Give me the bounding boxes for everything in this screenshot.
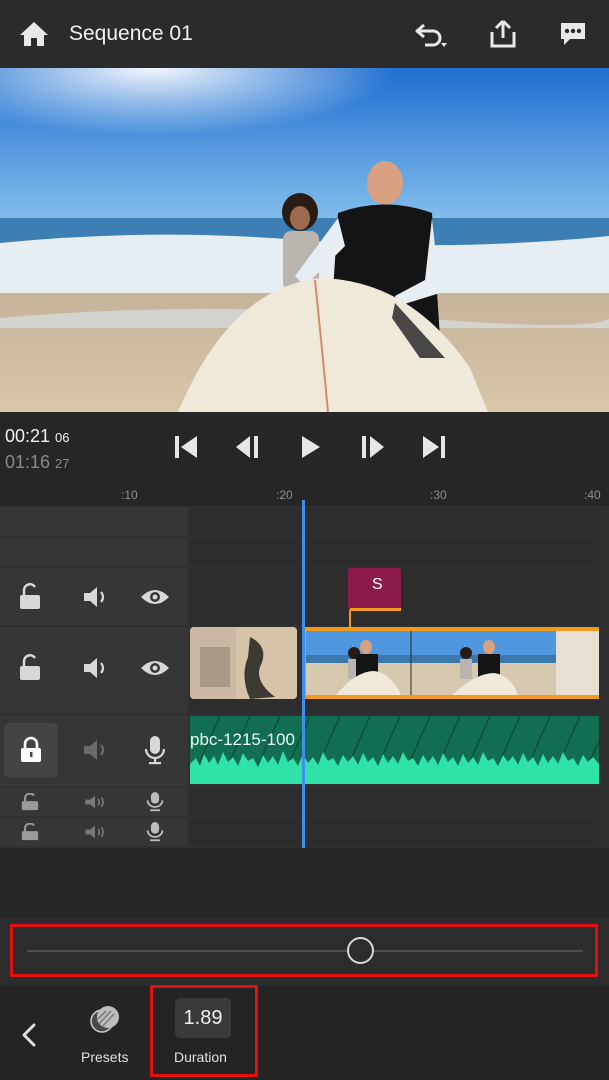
duration-highlight-box xyxy=(150,985,258,1077)
share-icon[interactable] xyxy=(483,14,523,54)
eye-icon[interactable] xyxy=(137,651,173,685)
speaker-icon[interactable] xyxy=(81,822,109,842)
track-lane-v3[interactable] xyxy=(190,538,599,566)
unlock-icon[interactable] xyxy=(18,822,42,842)
track-lane-a2[interactable] xyxy=(190,788,599,816)
video-preview[interactable] xyxy=(0,68,609,412)
skip-end-icon xyxy=(423,436,445,458)
back-button[interactable] xyxy=(14,1018,44,1052)
go-to-end-button[interactable] xyxy=(417,430,451,464)
playhead[interactable] xyxy=(302,500,305,850)
audio-clip-name: pbc-1215-100 xyxy=(190,730,295,749)
video-clip-2-selected[interactable] xyxy=(302,627,599,699)
unlock-icon[interactable] xyxy=(14,651,46,685)
skip-start-icon xyxy=(175,436,197,458)
presets-label[interactable]: Presets xyxy=(81,1049,128,1065)
speaker-icon[interactable] xyxy=(81,792,109,812)
step-forward-button[interactable] xyxy=(355,430,389,464)
video-clip-1[interactable] xyxy=(190,627,297,699)
track-header-v4 xyxy=(0,507,188,536)
unlock-icon[interactable] xyxy=(18,792,42,812)
microphone-icon[interactable] xyxy=(145,820,165,844)
app-header: Sequence 01 xyxy=(0,0,609,68)
total-duration: 01:16 27 xyxy=(5,452,70,472)
feedback-icon[interactable] xyxy=(553,14,593,54)
track-lane-a3[interactable] xyxy=(190,818,599,846)
timeline-footer xyxy=(0,848,609,918)
undo-icon[interactable] xyxy=(411,14,451,54)
track-header-v3 xyxy=(0,538,188,566)
speaker-icon[interactable] xyxy=(78,733,112,767)
ruler-tick: :40 xyxy=(584,488,601,502)
home-icon[interactable] xyxy=(14,14,54,54)
speaker-icon[interactable] xyxy=(78,651,112,685)
step-back-icon xyxy=(236,436,258,458)
play-icon xyxy=(302,436,320,458)
step-back-button[interactable] xyxy=(231,430,265,464)
speaker-icon[interactable] xyxy=(78,580,112,614)
step-forward-icon xyxy=(362,436,384,458)
go-to-start-button[interactable] xyxy=(169,430,203,464)
ruler-tick: :30 xyxy=(430,488,447,502)
slider-highlight-box xyxy=(10,924,598,977)
chevron-left-icon xyxy=(22,1023,36,1047)
ruler-tick: :20 xyxy=(276,488,293,502)
audio-clip[interactable] xyxy=(190,716,599,784)
current-timecode: 00:21 06 xyxy=(5,426,70,446)
sequence-title: Sequence 01 xyxy=(69,22,193,45)
marker-label: S xyxy=(372,576,383,593)
track-lane-v4[interactable] xyxy=(190,507,599,536)
marker-range xyxy=(350,608,401,611)
ruler-tick: :10 xyxy=(121,488,138,502)
microphone-icon[interactable] xyxy=(145,790,165,814)
eye-icon[interactable] xyxy=(137,580,173,614)
unlock-icon[interactable] xyxy=(14,580,46,614)
lock-icon xyxy=(15,733,47,767)
microphone-icon[interactable] xyxy=(139,731,171,769)
play-button[interactable] xyxy=(293,430,327,464)
presets-icon[interactable] xyxy=(86,1002,124,1036)
marker-stem xyxy=(349,610,351,627)
